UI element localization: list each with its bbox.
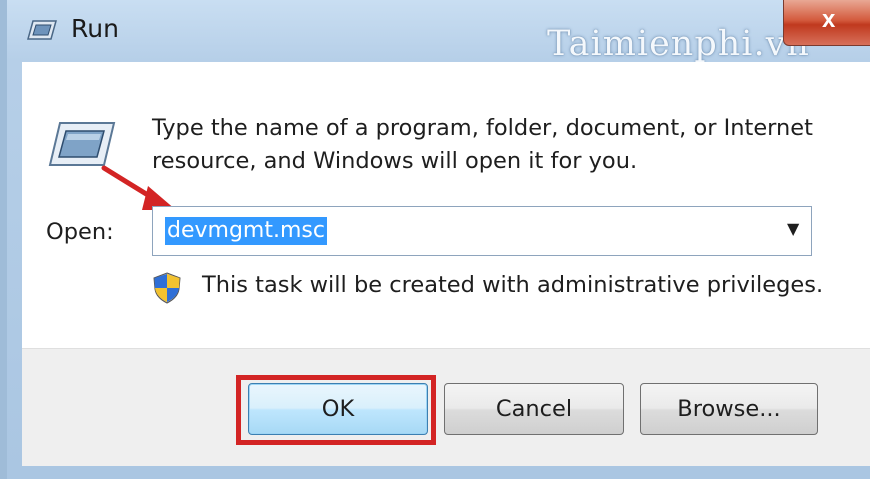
browse-button[interactable]: Browse... [640,383,818,435]
run-icon [27,20,57,40]
title-bar[interactable]: Run Taimienphi.vn x [7,0,870,64]
close-icon: x [822,6,836,33]
window-title: Run [71,14,119,43]
open-input-value[interactable]: devmgmt.msc [165,217,327,245]
close-button[interactable]: x [783,0,870,46]
ok-highlight-annotation [236,375,436,445]
instruction-text: Type the name of a program, folder, docu… [152,115,813,174]
uac-shield-icon [153,272,181,304]
open-label: Open: [46,219,114,245]
open-combobox[interactable]: devmgmt.msc ▼ [152,206,812,256]
dropdown-arrow-icon[interactable]: ▼ [787,219,799,238]
admin-privileges-notice: This task will be created with administr… [202,272,824,298]
cancel-button[interactable]: Cancel [444,383,624,435]
watermark: Taimienphi.vn [547,24,810,64]
